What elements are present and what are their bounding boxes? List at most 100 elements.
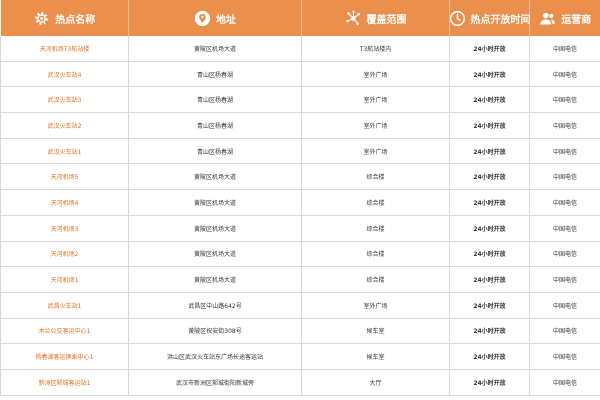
coverage-cell: 室外广场 [301,291,450,319]
operator-cell: 中国电信 [529,240,600,268]
coverage-network-icon [345,10,362,27]
header-row: 热点名称 地址 覆盖范围 热点开放时间 运营商 [0,0,600,36]
table-body: 天河机场T3航站楼 黄陂区机场大道 T3航站楼内 24小时开放 中国电信 武汉火车站4 青山… [0,36,600,396]
coverage-cell: 综合楼 [301,189,450,216]
operator-cell: 中国电信 [529,343,600,370]
coverage-cell: 候车室 [301,343,450,370]
header-hotspot-name: 热点名称 [0,0,129,36]
open-hours-cell: 24小时开放 [449,368,530,396]
table-header: 热点名称 地址 覆盖范围 热点开放时间 运营商 [0,0,600,36]
table-row: 武汉火车站3 青山区杨春湖 室外广场 24小时开放 中国电信 [0,86,600,114]
hotspot-name-cell: 武昌火车站1 [0,291,129,319]
coverage-cell: 大厅 [301,368,450,396]
hotspot-name-cell: 天河机场T3航站楼 [0,36,129,62]
address-cell: 黄陂区机场大道 [128,36,302,62]
users-icon [539,10,556,27]
hotspot-name-cell: 武汉火车站1 [0,137,129,165]
hotspot-table: 热点名称 地址 覆盖范围 热点开放时间 运营商 天河机场T3航站楼 黄陂区机场大… [0,0,600,396]
coverage-cell: 综合楼 [301,266,450,293]
operator-cell: 中国电信 [529,214,600,242]
hotspot-name-cell: 武汉火车站4 [0,60,129,88]
open-hours-cell: 24小时开放 [449,240,530,268]
hotspot-name-cell: 杨春湖客运换乘中心1 [0,343,129,370]
open-hours-cell: 24小时开放 [449,317,530,345]
table-row: 杨春湖客运换乘中心1 洪山区武汉火车站东广场长途客运站 候车室 24小时开放 中国电信 [0,343,600,370]
hotspot-name-cell: 新洲区邾城客运站1 [0,368,129,396]
address-cell: 武汉市新洲区邾城街阳新城旁 [128,368,302,396]
operator-cell: 中国电信 [529,317,600,345]
header-open-hours: 热点开放时间 [449,0,531,36]
operator-cell: 中国电信 [529,368,600,396]
address-cell: 黄陂区机场大道 [128,189,302,216]
operator-cell: 中国电信 [529,86,600,114]
table-row: 新洲区邾城客运站1 武汉市新洲区邾城街阳新城旁 大厅 24小时开放 中国电信 [0,368,600,396]
table-row: 武汉火车站1 青山区杨春湖 室外广场 24小时开放 中国电信 [0,137,600,165]
table-row: 武汉火车站2 青山区杨春湖 室外广场 24小时开放 中国电信 [0,112,600,139]
hotspot-name-cell: 天河机场2 [0,240,129,268]
open-hours-cell: 24小时开放 [449,36,530,62]
table-row: 天河机场1 黄陂区机场大道 综合楼 24小时开放 中国电信 [0,266,600,293]
table-row: 天河机场T3航站楼 黄陂区机场大道 T3航站楼内 24小时开放 中国电信 [0,36,600,62]
coverage-cell: 综合楼 [301,240,450,268]
coverage-cell: 综合楼 [301,163,450,191]
address-cell: 黄陂区机场大道 [128,266,302,293]
address-cell: 黄陂区机场大道 [128,240,302,268]
header-coverage: 覆盖范围 [301,0,450,36]
coverage-cell: 候车室 [301,317,450,345]
header-label: 运营商 [561,14,592,26]
open-hours-cell: 24小时开放 [449,86,530,114]
address-cell: 青山区杨春湖 [128,137,302,165]
operator-cell: 中国电信 [529,36,600,62]
table-row: 天河机场3 黄陂区机场大道 综合楼 24小时开放 中国电信 [0,214,600,242]
address-cell: 黄陂区机场大道 [128,163,302,191]
address-cell: 黄陂区机场大道 [128,214,302,242]
open-hours-cell: 24小时开放 [449,266,530,293]
open-hours-cell: 24小时开放 [449,343,530,370]
operator-cell: 中国电信 [529,163,600,191]
coverage-cell: 室外广场 [301,112,450,139]
header-label: 地址 [216,14,236,26]
open-hours-cell: 24小时开放 [449,214,530,242]
clock-icon [449,10,466,27]
operator-cell: 中国电信 [529,189,600,216]
gear-icon [33,10,50,27]
table-row: 天河机场2 黄陂区机场大道 综合楼 24小时开放 中国电信 [0,240,600,268]
table-row: 武昌火车站1 武昌区中山路642号 室外广场 24小时开放 中国电信 [0,291,600,319]
coverage-cell: 综合楼 [301,214,450,242]
address-cell: 青山区杨春湖 [128,112,302,139]
hotspot-name-cell: 武汉火车站2 [0,112,129,139]
operator-cell: 中国电信 [529,60,600,88]
hotspot-name-cell: 天河机场3 [0,214,129,242]
operator-cell: 中国电信 [529,291,600,319]
address-cell: 青山区杨春湖 [128,86,302,114]
address-cell: 青山区杨春湖 [128,60,302,88]
table-row: 木兰公交客运中心1 黄陂区祝安街308号 候车室 24小时开放 中国电信 [0,317,600,345]
header-label: 覆盖范围 [366,14,407,26]
table-row: 天河机场5 黄陂区机场大道 综合楼 24小时开放 中国电信 [0,163,600,191]
hotspot-name-cell: 天河机场1 [0,266,129,293]
operator-cell: 中国电信 [529,137,600,165]
coverage-cell: T3航站楼内 [301,36,450,62]
coverage-cell: 室外广场 [301,60,450,88]
open-hours-cell: 24小时开放 [449,137,530,165]
hotspot-name-cell: 武汉火车站3 [0,86,129,114]
address-cell: 武昌区中山路642号 [128,291,302,319]
open-hours-cell: 24小时开放 [449,189,530,216]
header-operator: 运营商 [529,0,600,36]
hotspot-name-cell: 木兰公交客运中心1 [0,317,129,345]
operator-cell: 中国电信 [529,112,600,139]
open-hours-cell: 24小时开放 [449,291,530,319]
address-cell: 黄陂区祝安街308号 [128,317,302,345]
table-row: 武汉火车站4 青山区杨春湖 室外广场 24小时开放 中国电信 [0,60,600,88]
open-hours-cell: 24小时开放 [449,60,530,88]
header-address: 地址 [128,0,302,36]
table-row: 天河机场4 黄陂区机场大道 综合楼 24小时开放 中国电信 [0,189,600,216]
header-label: 热点开放时间 [470,14,531,26]
coverage-cell: 室外广场 [301,137,450,165]
hotspot-name-cell: 天河机场4 [0,189,129,216]
coverage-cell: 室外广场 [301,86,450,114]
address-cell: 洪山区武汉火车站东广场长途客运站 [128,343,302,370]
open-hours-cell: 24小时开放 [449,112,530,139]
location-pin-icon [194,10,211,27]
header-label: 热点名称 [55,14,96,26]
